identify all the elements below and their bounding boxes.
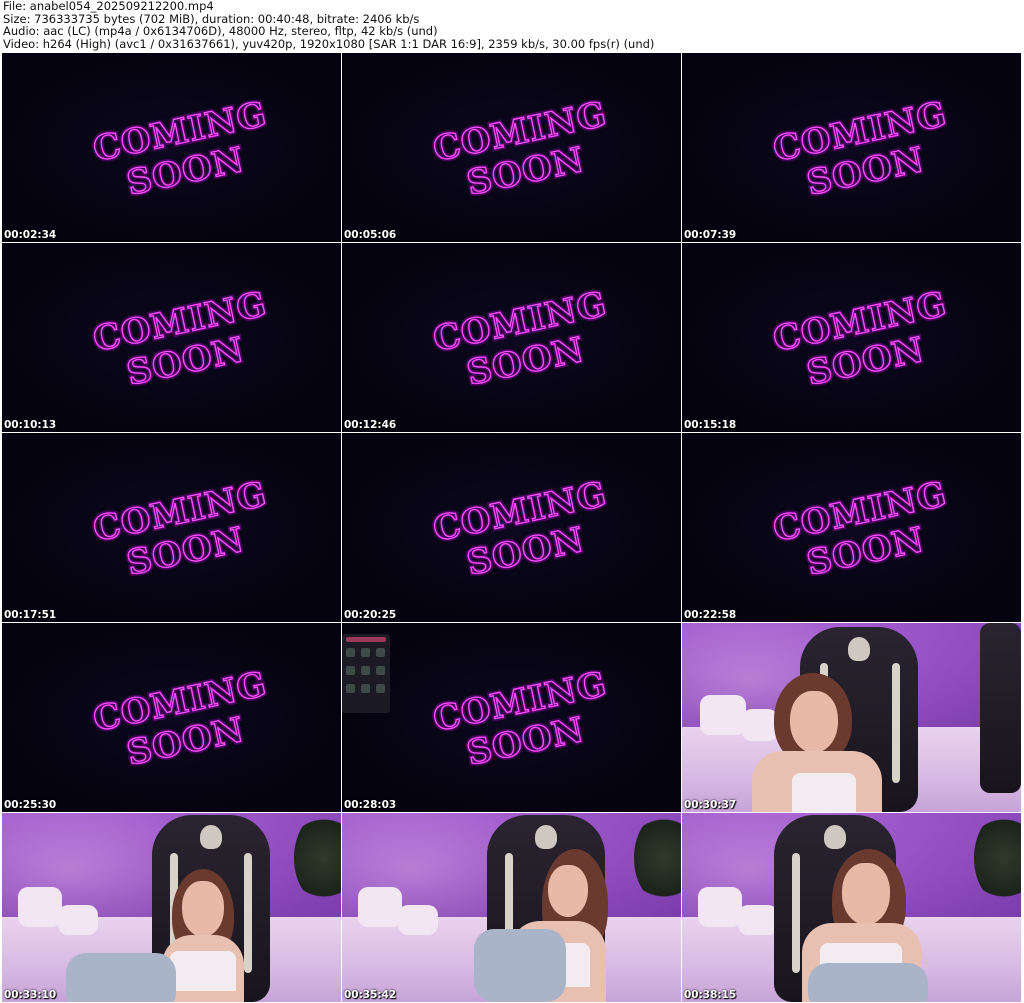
tank-top [792,773,856,812]
chair-emblem [824,825,846,849]
pillow [18,887,62,927]
pillow [398,905,438,935]
timestamp: 00:35:42 [344,989,397,1001]
thumbnail: 00:30:37 [682,623,1021,812]
coming-soon-neon-sign: COMING COMING SOON SOON [87,92,273,207]
coming-soon-neon-sign: COMING COMING SOON SOON [427,472,613,587]
thumbnail: 00:33:10 [2,813,341,1002]
tank-top [170,951,236,991]
thumbnail: COMING COMING SOON SOON 00:12:46 [342,243,681,432]
file-line: File: anabel054_202509212200.mp4 [3,0,214,13]
media-info-header: File: anabel054_202509212200.mp4 Size: 7… [3,0,1021,52]
pillow [700,695,746,735]
pillow [738,905,778,935]
thumbnail: COMING COMING SOON SOON 00:15:18 [682,243,1021,432]
coming-soon-neon-sign: COMING COMING SOON SOON [427,282,613,397]
timestamp: 00:15:18 [684,419,737,431]
coming-soon-neon-sign: COMING COMING SOON SOON [427,662,613,777]
thumbnail: COMING COMING SOON SOON 00:05:06 [342,53,681,242]
coming-soon-neon-sign: COMING COMING SOON SOON [87,472,273,587]
thumbnail: 00:38:15 [682,813,1021,1002]
coming-soon-neon-sign: COMING COMING SOON SOON [87,282,273,397]
timestamp: 00:25:30 [4,799,57,811]
thumbnail: COMING COMING SOON SOON 00:25:30 [2,623,341,812]
thumbnail-grid: COMING COMING SOON SOON 00:02:34 COMING … [2,53,1022,1003]
thumbnail: COMING COMING SOON SOON 00:17:51 [2,433,341,622]
timestamp: 00:10:13 [4,419,57,431]
person-face [790,691,838,753]
gaming-chair [980,623,1021,793]
audio-line: Audio: aac (LC) (mp4a / 0x6134706D), 480… [3,24,438,39]
person-face [842,863,890,925]
pillow [698,887,742,927]
chair-emblem [535,825,557,849]
video-line: Video: h264 (High) (avc1 / 0x31637661), … [3,36,655,51]
person-face [182,881,224,937]
pillow [742,709,778,741]
jeans [474,929,566,1002]
coming-soon-neon-sign: COMING COMING SOON SOON [427,92,613,207]
timestamp: 00:17:51 [4,609,57,621]
pillow [58,905,98,935]
coming-soon-neon-sign: COMING COMING SOON SOON [767,472,953,587]
thumbnail: COMING COMING SOON SOON 00:20:25 [342,433,681,622]
coming-soon-neon-sign: COMING COMING SOON SOON [767,92,953,207]
thumbnail: COMING COMING SOON SOON 00:02:34 [2,53,341,242]
timestamp: 00:22:58 [684,609,737,621]
chair-emblem [200,825,222,849]
timestamp: 00:38:15 [684,989,737,1001]
thumbnail: COMING COMING SOON SOON 00:10:13 [2,243,341,432]
jeans [66,953,176,1002]
timestamp: 00:07:39 [684,229,737,241]
coming-soon-neon-sign: COMING COMING SOON SOON [87,662,273,777]
coming-soon-neon-sign: COMING COMING SOON SOON [767,282,953,397]
thumbnail: COMING COMING SOON SOON 00:07:39 [682,53,1021,242]
thumbnail: COMING COMING SOON SOON 00:22:58 [682,433,1021,622]
timestamp: 00:20:25 [344,609,397,621]
timestamp: 00:12:46 [344,419,397,431]
timestamp: 00:05:06 [344,229,397,241]
jeans [808,963,928,1002]
timestamp: 00:33:10 [4,989,57,1001]
chair-emblem [848,637,870,661]
thumbnail: COMING COMING SOON SOON 00:28:03 [342,623,681,812]
timestamp: 00:02:34 [4,229,57,241]
timestamp: 00:28:03 [344,799,397,811]
thumbnail: 00:35:42 [342,813,681,1002]
timestamp: 00:30:37 [684,799,737,811]
pillow [358,887,402,927]
person-face [548,865,588,917]
